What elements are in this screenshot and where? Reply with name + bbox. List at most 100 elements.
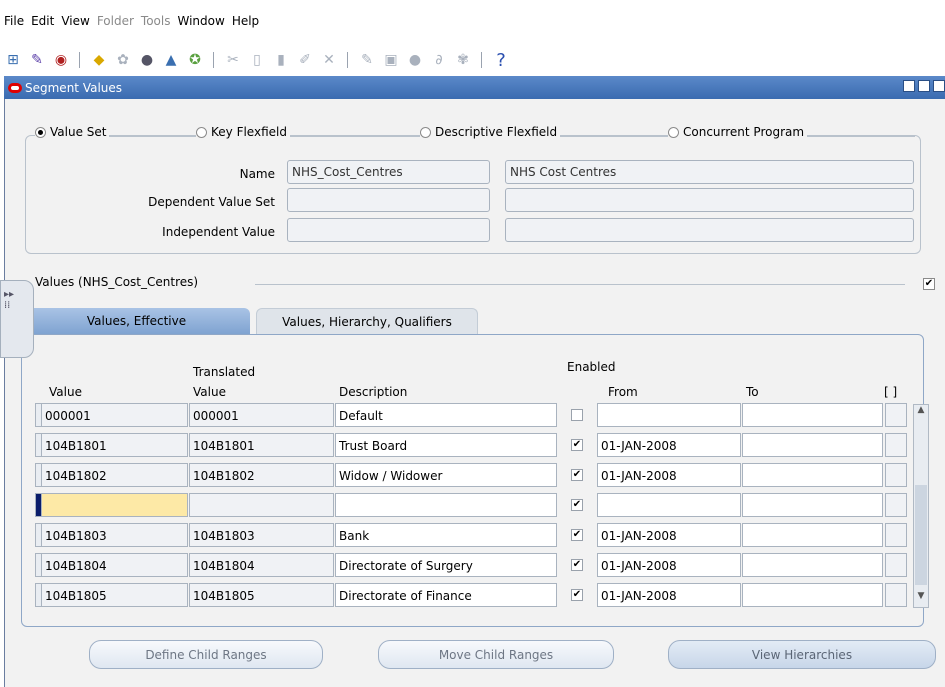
- tab-values-hierarchy-qualifiers[interactable]: Values, Hierarchy, Qualifiers: [256, 308, 478, 334]
- next-step-icon[interactable]: ●: [138, 51, 156, 69]
- translated-value-cell[interactable]: 104B1805: [189, 583, 334, 607]
- from-date-cell[interactable]: [597, 403, 741, 427]
- translated-value-cell[interactable]: 104B1802: [189, 463, 334, 487]
- dependent-description-field[interactable]: [505, 188, 914, 212]
- to-date-cell[interactable]: [742, 463, 883, 487]
- description-cell[interactable]: Directorate of Surgery: [335, 553, 557, 577]
- translated-value-cell[interactable]: 000001: [189, 403, 334, 427]
- navigator-icon[interactable]: ◉: [52, 51, 70, 69]
- enabled-checkbox[interactable]: ✔: [571, 589, 583, 601]
- to-date-cell[interactable]: [742, 523, 883, 547]
- enabled-checkbox[interactable]: [571, 409, 583, 421]
- paste-icon[interactable]: ▮: [272, 51, 290, 69]
- attachments-icon[interactable]: ∂: [430, 51, 448, 69]
- menu-tools[interactable]: Tools: [141, 14, 171, 28]
- to-date-cell[interactable]: [742, 403, 883, 427]
- cut-icon[interactable]: ✂: [224, 51, 242, 69]
- maximize-icon[interactable]: [918, 80, 930, 92]
- folder-tools-icon[interactable]: ✾: [454, 51, 472, 69]
- from-date-cell[interactable]: 01-JAN-2008: [597, 583, 741, 607]
- view-hierarchies-button[interactable]: View Hierarchies: [668, 640, 936, 669]
- description-cell[interactable]: Default: [335, 403, 557, 427]
- delete-record-icon[interactable]: ✕: [320, 51, 338, 69]
- copy-icon[interactable]: ▯: [248, 51, 266, 69]
- from-date-cell[interactable]: 01-JAN-2008: [597, 553, 741, 577]
- drawer-handle[interactable]: ▸▸ ⁞⁞: [0, 280, 34, 358]
- menu-window[interactable]: Window: [177, 14, 224, 28]
- value-cell[interactable]: 104B1801: [41, 433, 188, 457]
- description-cell[interactable]: Bank: [335, 523, 557, 547]
- dff-cell[interactable]: [885, 583, 907, 607]
- table-scrollbar[interactable]: ▲ ▼: [913, 404, 929, 608]
- to-date-cell[interactable]: [742, 433, 883, 457]
- enabled-checkbox[interactable]: ✔: [571, 439, 583, 451]
- description-cell[interactable]: Directorate of Finance: [335, 583, 557, 607]
- move-child-ranges-button[interactable]: Move Child Ranges: [378, 640, 614, 669]
- define-child-ranges-button[interactable]: Define Child Ranges: [89, 640, 323, 669]
- from-date-cell[interactable]: 01-JAN-2008: [597, 523, 741, 547]
- value-cell[interactable]: 104B1804: [41, 553, 188, 577]
- enabled-checkbox[interactable]: ✔: [571, 469, 583, 481]
- open-folder-icon[interactable]: ◆: [90, 51, 108, 69]
- name-description-field[interactable]: NHS Cost Centres: [505, 160, 914, 184]
- values-section-checkbox[interactable]: ✔: [923, 278, 935, 290]
- to-date-cell[interactable]: [742, 493, 883, 517]
- dependent-value-set-field[interactable]: [287, 188, 490, 212]
- value-cell[interactable]: 104B1803: [41, 523, 188, 547]
- from-date-cell[interactable]: 01-JAN-2008: [597, 433, 741, 457]
- translated-value-cell[interactable]: 104B1804: [189, 553, 334, 577]
- to-date-cell[interactable]: [742, 553, 883, 577]
- save-icon[interactable]: ✿: [114, 51, 132, 69]
- enabled-checkbox[interactable]: ✔: [571, 529, 583, 541]
- radio-value-set[interactable]: Value Set: [35, 125, 110, 139]
- clear-record-icon[interactable]: ✐: [296, 51, 314, 69]
- dff-cell[interactable]: [885, 433, 907, 457]
- minimize-icon[interactable]: [903, 80, 915, 92]
- value-cell[interactable]: 104B1805: [41, 583, 188, 607]
- independent-value-field[interactable]: [287, 218, 490, 242]
- help-icon[interactable]: ?: [492, 50, 510, 71]
- translated-value-cell[interactable]: 104B1803: [189, 523, 334, 547]
- radio-descriptive-flexfield[interactable]: Descriptive Flexfield: [420, 125, 561, 139]
- tab-values-effective[interactable]: Values, Effective: [23, 308, 250, 334]
- menu-file[interactable]: File: [4, 14, 24, 28]
- print-icon[interactable]: ▲: [162, 51, 180, 69]
- value-cell[interactable]: [41, 493, 188, 517]
- edit-field-icon[interactable]: ✎: [358, 51, 376, 69]
- menu-edit[interactable]: Edit: [31, 14, 54, 28]
- name-field[interactable]: NHS_Cost_Centres: [287, 160, 490, 184]
- description-cell[interactable]: Widow / Widower: [335, 463, 557, 487]
- menu-view[interactable]: View: [61, 14, 89, 28]
- scroll-down-icon[interactable]: ▼: [914, 591, 928, 607]
- value-cell[interactable]: 104B1802: [41, 463, 188, 487]
- dff-cell[interactable]: [885, 553, 907, 577]
- to-date-cell[interactable]: [742, 583, 883, 607]
- enabled-checkbox[interactable]: ✔: [571, 559, 583, 571]
- from-date-cell[interactable]: [597, 493, 741, 517]
- menu-help[interactable]: Help: [232, 14, 259, 28]
- scroll-thumb[interactable]: [915, 485, 927, 585]
- translations-icon[interactable]: ●: [406, 51, 424, 69]
- menu-folder[interactable]: Folder: [97, 14, 134, 28]
- radio-key-flexfield[interactable]: Key Flexfield: [196, 125, 290, 139]
- close-icon[interactable]: [933, 80, 945, 92]
- zoom-icon[interactable]: ▣: [382, 51, 400, 69]
- from-date-cell[interactable]: 01-JAN-2008: [597, 463, 741, 487]
- find-icon[interactable]: ✎: [28, 51, 46, 69]
- dff-cell[interactable]: [885, 523, 907, 547]
- value-cell[interactable]: 000001: [41, 403, 188, 427]
- translated-value-cell[interactable]: [189, 493, 334, 517]
- close-form-icon[interactable]: ✪: [186, 51, 204, 69]
- independent-description-field[interactable]: [505, 218, 914, 242]
- dff-cell[interactable]: [885, 463, 907, 487]
- radio-concurrent-program[interactable]: Concurrent Program: [668, 125, 808, 139]
- enabled-checkbox[interactable]: ✔: [571, 499, 583, 511]
- new-record-icon[interactable]: ⊞: [4, 51, 22, 69]
- translated-value-cell[interactable]: 104B1801: [189, 433, 334, 457]
- description-cell[interactable]: [335, 493, 557, 517]
- scroll-up-icon[interactable]: ▲: [914, 405, 928, 421]
- description-cell[interactable]: Trust Board: [335, 433, 557, 457]
- column-header-dff[interactable]: [ ]: [884, 385, 897, 399]
- dff-cell[interactable]: [885, 403, 907, 427]
- dff-cell[interactable]: [885, 493, 907, 517]
